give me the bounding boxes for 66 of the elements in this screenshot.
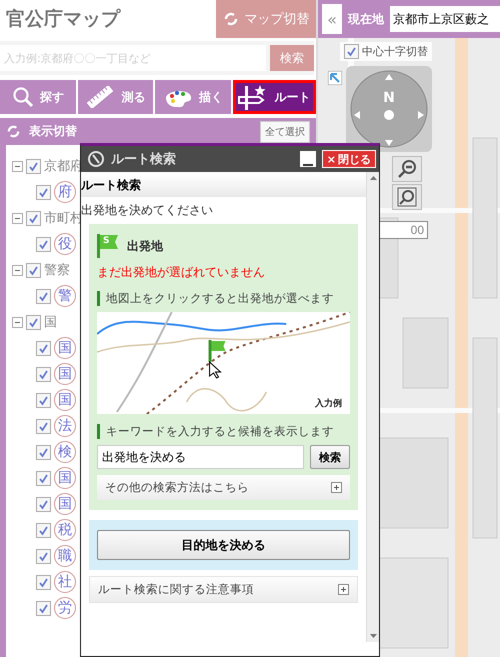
layer-marker: 国 bbox=[54, 337, 76, 359]
layer-marker: 国 bbox=[54, 363, 76, 385]
checkbox[interactable] bbox=[36, 470, 51, 486]
origin-title: 出発地 bbox=[127, 238, 163, 254]
notes-expander[interactable]: ルート検索に関する注意事項 bbox=[89, 576, 358, 603]
layer-marker: 社 bbox=[54, 571, 76, 593]
checkbox[interactable] bbox=[26, 262, 41, 278]
checkbox[interactable] bbox=[36, 600, 51, 616]
layer-label: 国 bbox=[44, 314, 57, 331]
checkbox[interactable] bbox=[26, 314, 41, 330]
refresh-icon bbox=[6, 124, 21, 139]
checkbox[interactable] bbox=[36, 548, 51, 564]
layer-marker: 法 bbox=[54, 415, 76, 437]
checkbox[interactable] bbox=[26, 210, 41, 226]
checkbox[interactable] bbox=[36, 444, 51, 460]
signpost-icon bbox=[238, 84, 268, 110]
layer-marker: 国 bbox=[54, 467, 76, 489]
collapse-button[interactable]: « bbox=[322, 4, 342, 34]
keyword-field[interactable]: 出発地を決める bbox=[97, 445, 304, 469]
checkbox[interactable] bbox=[36, 418, 51, 434]
checkbox[interactable] bbox=[36, 236, 51, 252]
checkbox[interactable] bbox=[36, 574, 51, 590]
layer-marker: 国 bbox=[54, 493, 76, 515]
checkbox[interactable] bbox=[36, 522, 51, 538]
checkbox[interactable] bbox=[36, 392, 51, 408]
layer-marker: 警 bbox=[54, 285, 76, 307]
tool-tab[interactable]: 探す bbox=[0, 80, 76, 114]
section-heading: ルート検索 bbox=[81, 174, 366, 197]
layer-marker: 府 bbox=[54, 181, 76, 203]
panel-title: 表示切替 bbox=[29, 123, 77, 140]
checkbox[interactable] bbox=[36, 340, 51, 356]
checkbox[interactable] bbox=[36, 496, 51, 512]
checkbox[interactable] bbox=[36, 184, 51, 200]
minimize-button[interactable] bbox=[300, 151, 316, 167]
more-search-methods-expander[interactable]: その他の検索方法はこちら bbox=[97, 475, 350, 500]
minimize-icon bbox=[302, 163, 313, 167]
layer-marker: 国 bbox=[54, 389, 76, 411]
collapse-icon[interactable] bbox=[12, 264, 23, 276]
tool-tab[interactable]: ルート bbox=[232, 80, 316, 114]
layer-label: 警察 bbox=[44, 262, 70, 279]
hint-text: 地図上をクリックすると出発地が選べます bbox=[97, 291, 350, 306]
refresh-icon bbox=[222, 11, 238, 27]
location-field[interactable]: 京都市上京区藪之 bbox=[390, 6, 500, 32]
checkbox[interactable] bbox=[36, 288, 51, 304]
select-all-button[interactable]: 全て選択 bbox=[260, 120, 310, 142]
instruction-text: 出発地を決めてください bbox=[81, 202, 214, 219]
layer-marker: 労 bbox=[54, 597, 76, 619]
search-icon bbox=[12, 86, 34, 108]
layer-marker: 検 bbox=[54, 441, 76, 463]
tool-tab[interactable]: 測る bbox=[78, 80, 154, 114]
layer-marker: 税 bbox=[54, 519, 76, 541]
hint-text: キーワードを入力すると候補を表示します bbox=[97, 424, 350, 439]
compass-icon bbox=[87, 150, 105, 168]
collapse-icon[interactable] bbox=[12, 316, 23, 328]
checkbox[interactable] bbox=[26, 158, 41, 174]
collapse-icon[interactable] bbox=[12, 160, 23, 172]
layer-marker: 職 bbox=[54, 545, 76, 567]
location-label: 現在地 bbox=[348, 10, 384, 28]
tool-tab[interactable]: 描く bbox=[155, 80, 231, 114]
status-message: まだ出発地が選ばれていません bbox=[97, 264, 266, 281]
app-title: 官公庁マップ bbox=[5, 7, 122, 32]
dialog-title: ルート検索 bbox=[111, 150, 177, 168]
destination-button[interactable]: 目的地を決める bbox=[97, 530, 350, 560]
collapse-icon[interactable] bbox=[12, 212, 23, 224]
layer-marker: 役 bbox=[54, 233, 76, 255]
checkbox[interactable] bbox=[36, 366, 51, 382]
